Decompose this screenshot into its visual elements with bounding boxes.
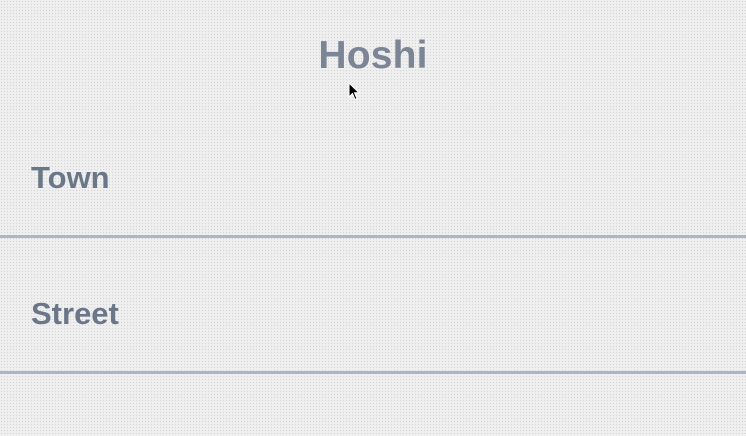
- town-field-underline: [0, 235, 746, 238]
- mouse-pointer-icon: [348, 82, 361, 101]
- street-field-label: Street: [31, 296, 119, 331]
- town-field-label: Town: [31, 160, 110, 195]
- street-field-underline: [0, 371, 746, 374]
- page-title: Hoshi: [318, 34, 428, 77]
